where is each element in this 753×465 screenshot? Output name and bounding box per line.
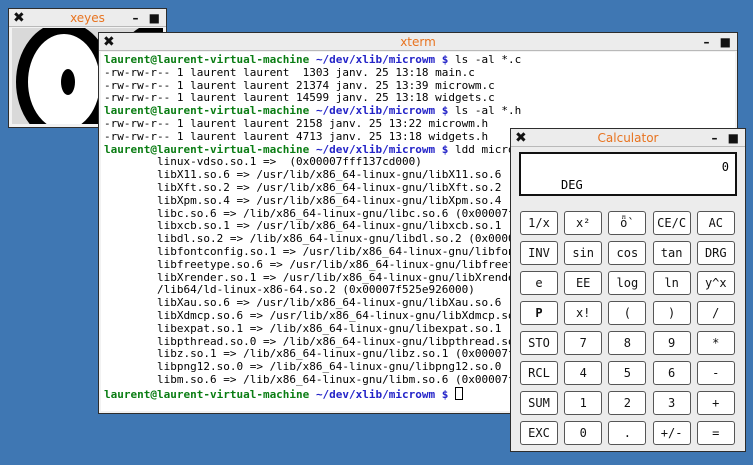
text-cursor[interactable]: [455, 386, 464, 400]
angle-mode: DEG: [561, 178, 583, 192]
calc-key[interactable]: cos: [608, 241, 647, 265]
terminal-prompt-line: laurent@laurent-virtual-machine ~/dev/xl…: [104, 53, 735, 67]
calc-key[interactable]: 2: [608, 391, 647, 415]
calc-key[interactable]: EE: [564, 271, 603, 295]
calc-key[interactable]: 1: [564, 391, 603, 415]
prompt-user: laurent@laurent-virtual-machine: [104, 142, 310, 156]
prompt-symbol: $: [441, 142, 449, 156]
calc-key[interactable]: +/-: [652, 421, 691, 445]
window-controls[interactable]: – ■: [703, 33, 734, 51]
calc-key[interactable]: -: [696, 361, 735, 385]
calc-key[interactable]: ȫ`: [608, 211, 647, 235]
calc-key[interactable]: 3: [652, 391, 691, 415]
calc-key[interactable]: 5: [608, 361, 647, 385]
calc-key[interactable]: P: [520, 301, 558, 325]
prompt-command: ls -al *.h: [455, 104, 522, 118]
prompt-path: ~/dev/xlib/microwm: [315, 142, 436, 156]
calc-key[interactable]: e: [520, 271, 558, 295]
calc-key[interactable]: 6: [652, 361, 691, 385]
calculator-titlebar[interactable]: ✖ Calculator – ■: [511, 129, 745, 147]
calc-key[interactable]: log: [608, 271, 647, 295]
calc-key[interactable]: x!: [564, 301, 603, 325]
display-value: 0: [721, 160, 729, 174]
calc-key[interactable]: 0: [564, 421, 603, 445]
calc-key[interactable]: x²: [564, 211, 603, 235]
prompt-command: ls -al *.c: [455, 53, 522, 66]
calc-key[interactable]: DRG: [696, 241, 735, 265]
calc-key[interactable]: RCL: [520, 361, 558, 385]
xterm-titlebar[interactable]: ✖ xterm – ■: [99, 33, 737, 51]
window-controls[interactable]: – ■: [711, 129, 742, 147]
prompt-path: ~/dev/xlib/microwm: [315, 387, 436, 401]
calc-key[interactable]: .: [608, 421, 647, 445]
calc-key[interactable]: STO: [520, 331, 558, 355]
window-title: xterm: [400, 35, 436, 49]
calc-key[interactable]: *: [696, 331, 735, 355]
calc-key[interactable]: sin: [564, 241, 603, 265]
calc-key[interactable]: EXC: [520, 421, 558, 445]
prompt-symbol: $: [441, 53, 449, 66]
calc-key[interactable]: ln: [652, 271, 691, 295]
calc-key[interactable]: (: [608, 301, 647, 325]
left-pupil: [61, 69, 75, 95]
prompt-user: laurent@laurent-virtual-machine: [104, 104, 310, 118]
xeyes-titlebar[interactable]: ✖ xeyes – ■: [9, 9, 166, 27]
calc-key[interactable]: 4: [564, 361, 603, 385]
calc-key[interactable]: +: [696, 391, 735, 415]
prompt-path: ~/dev/xlib/microwm: [315, 104, 436, 118]
calc-key[interactable]: 7: [564, 331, 603, 355]
prompt-path: ~/dev/xlib/microwm: [315, 53, 436, 66]
calc-key[interactable]: 9: [652, 331, 691, 355]
window-controls[interactable]: – ■: [132, 9, 163, 27]
calc-key[interactable]: SUM: [520, 391, 558, 415]
calc-key[interactable]: 8: [608, 331, 647, 355]
terminal-output-line: -rw-rw-r-- 1 laurent laurent 1303 janv. …: [104, 65, 475, 79]
calc-key[interactable]: CE/C: [652, 211, 691, 235]
calc-key[interactable]: tan: [652, 241, 691, 265]
prompt-symbol: $: [441, 387, 449, 401]
calc-key[interactable]: =: [696, 421, 735, 445]
prompt-user: laurent@laurent-virtual-machine: [104, 53, 310, 66]
calc-key[interactable]: y^x: [696, 271, 735, 295]
window-title: Calculator: [597, 131, 659, 145]
calc-key[interactable]: ): [652, 301, 691, 325]
calc-key[interactable]: AC: [696, 211, 735, 235]
prompt-symbol: $: [441, 104, 449, 118]
calculator-display: 0 DEG: [519, 152, 737, 196]
prompt-user: laurent@laurent-virtual-machine: [104, 387, 310, 401]
calc-key[interactable]: /: [696, 301, 735, 325]
calc-key[interactable]: INV: [520, 241, 558, 265]
calculator-window[interactable]: ✖ Calculator – ■ 0 DEG 1/x x² ȫ` CE/C AC INV s…: [510, 128, 746, 452]
calc-key[interactable]: 1/x: [520, 211, 558, 235]
